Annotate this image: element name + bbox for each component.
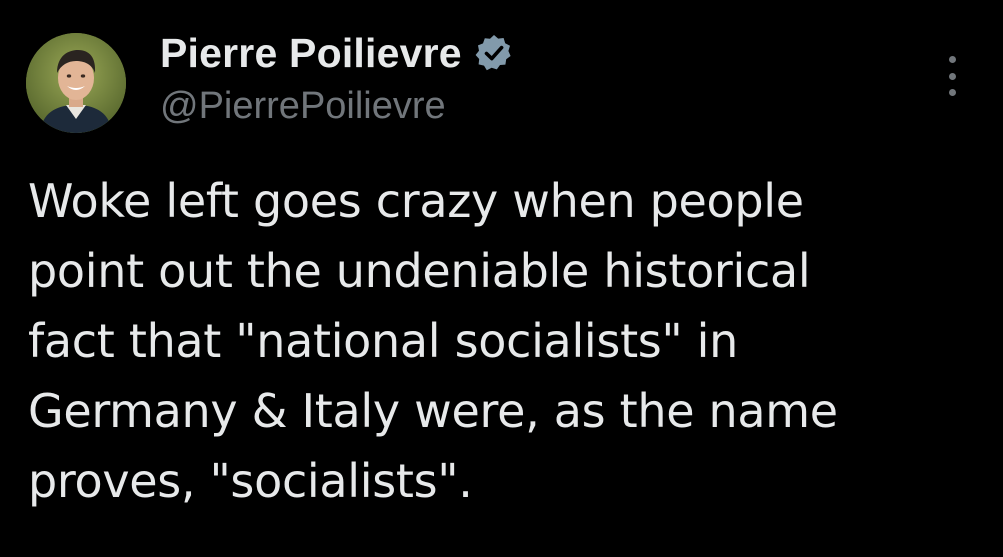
more-dot	[948, 56, 956, 63]
tweet-text: Woke left goes crazy when people point o…	[28, 166, 978, 516]
author-avatar[interactable]	[26, 33, 126, 133]
verified-badge-icon[interactable]	[474, 33, 514, 73]
more-options-icon[interactable]	[940, 56, 964, 96]
author-name-row: Pierre Poilievre	[160, 28, 514, 78]
verified-badge-shape	[475, 35, 511, 71]
profile-photo-icon	[26, 33, 126, 133]
tweet-text-line: fact that "national socialists" in	[28, 314, 738, 368]
author-display-name[interactable]: Pierre Poilievre	[160, 30, 462, 77]
tweet-text-line: point out the undeniable historical	[28, 244, 811, 298]
more-dot	[948, 89, 956, 96]
tweet-text-line: Woke left goes crazy when people	[28, 174, 804, 228]
tweet-text-line: proves, "socialists".	[28, 454, 473, 508]
tweet-text-line: Germany & Italy were, as the name	[28, 384, 838, 438]
more-dot	[948, 72, 956, 80]
tweet-card: Pierre Poilievre @PierrePoilievre Woke l…	[0, 0, 1003, 557]
author-handle[interactable]: @PierrePoilievre	[160, 85, 446, 128]
